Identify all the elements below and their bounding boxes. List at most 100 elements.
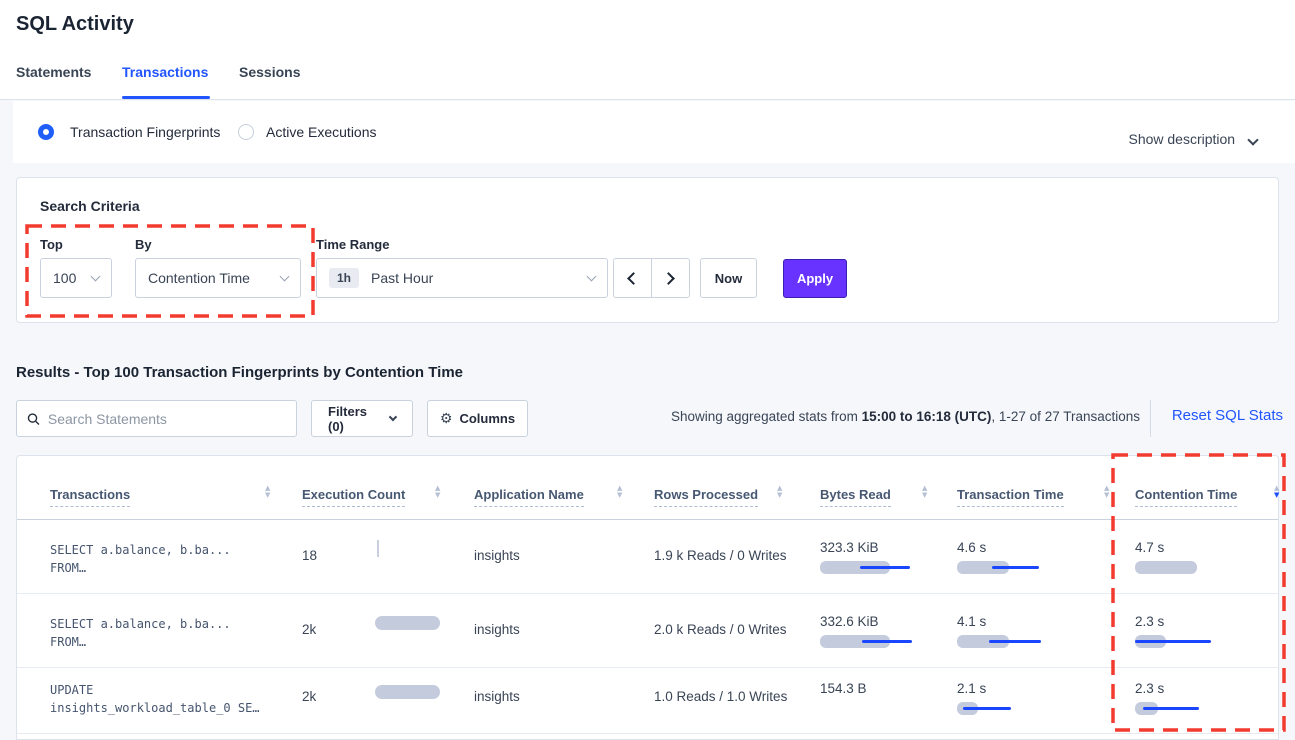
chevron-down-icon xyxy=(389,413,397,421)
bytes-read-value: 154.3 B xyxy=(820,681,867,696)
transaction-time-value: 2.1 s xyxy=(957,681,986,696)
columns-button-label: Columns xyxy=(459,411,515,426)
tab-sessions[interactable]: Sessions xyxy=(239,64,300,80)
filters-button-label: Filters (0) xyxy=(328,404,383,434)
column-header-application-name[interactable]: Application Name xyxy=(474,487,584,507)
chevron-right-icon xyxy=(662,272,675,285)
transaction-fingerprint-link[interactable]: UPDATE xyxy=(50,683,93,697)
transactions-table: Transactions Execution Count Application… xyxy=(16,455,1279,740)
tab-statements[interactable]: Statements xyxy=(16,64,91,80)
time-range-select[interactable]: 1h Past Hour xyxy=(316,258,608,298)
now-button[interactable]: Now xyxy=(700,258,757,298)
sort-icon-transactions[interactable]: ▲▼ xyxy=(265,485,270,499)
sort-icon-bytes-read[interactable]: ▲▼ xyxy=(922,485,927,499)
time-range-label: Time Range xyxy=(316,237,389,252)
transaction-time-mean-line xyxy=(963,707,1011,710)
bytes-read-value: 323.3 KiB xyxy=(820,540,879,555)
column-header-contention-time[interactable]: Contention Time xyxy=(1135,487,1237,507)
rows-processed-value: 2.0 k Reads / 0 Writes xyxy=(654,622,787,637)
sql-activity-page: SQL Activity Statements Transactions Ses… xyxy=(0,0,1295,740)
tab-transactions[interactable]: Transactions xyxy=(122,64,208,80)
active-tab-underline xyxy=(122,96,210,99)
show-description-label: Show description xyxy=(1128,131,1235,147)
aggregated-stats-text: Showing aggregated stats from 15:00 to 1… xyxy=(671,409,1140,424)
rows-processed-value: 1.9 k Reads / 0 Writes xyxy=(654,548,787,563)
table-row[interactable]: UPDATE insights_workload_table_0 SE… 2k … xyxy=(17,667,1278,734)
top-field-label: Top xyxy=(40,237,63,252)
bytes-read-mean-line xyxy=(860,566,910,569)
stats-time-range: 15:00 to 16:18 (UTC) xyxy=(862,409,992,424)
radio-active-executions[interactable] xyxy=(238,124,254,140)
transaction-time-value: 4.6 s xyxy=(957,540,986,555)
chevron-left-icon xyxy=(627,272,640,285)
radio-active-executions-label[interactable]: Active Executions xyxy=(266,124,377,140)
transaction-fingerprint-link-line2[interactable]: insights_workload_table_0 SE… xyxy=(50,701,260,715)
transaction-time-mean-line xyxy=(992,566,1039,569)
contention-time-mean-line xyxy=(1143,707,1199,710)
execution-count-bar xyxy=(375,685,440,699)
execution-count-bar xyxy=(375,616,440,630)
time-range-value: Past Hour xyxy=(371,270,433,286)
reset-sql-stats-link[interactable]: Reset SQL Stats xyxy=(1172,407,1283,424)
execution-count-value: 2k xyxy=(302,622,316,637)
transaction-fingerprint-link[interactable]: SELECT a.balance, b.ba... xyxy=(50,617,231,631)
transaction-fingerprint-link[interactable]: SELECT a.balance, b.ba... xyxy=(50,543,231,557)
transaction-fingerprint-link-line2[interactable]: FROM… xyxy=(50,635,86,649)
execution-count-value: 2k xyxy=(302,689,316,704)
application-name-value: insights xyxy=(474,622,520,637)
column-header-rows-processed[interactable]: Rows Processed xyxy=(654,487,758,507)
show-description-toggle[interactable]: Show description xyxy=(1128,131,1257,147)
bytes-read-mean-line xyxy=(862,640,912,643)
column-header-execution-count[interactable]: Execution Count xyxy=(302,487,405,507)
gear-icon: ⚙ xyxy=(440,411,453,427)
columns-button[interactable]: ⚙ Columns xyxy=(427,400,528,437)
search-statements-box xyxy=(16,400,297,437)
apply-button[interactable]: Apply xyxy=(783,259,847,298)
filters-button[interactable]: Filters (0) xyxy=(311,400,413,437)
sort-icon-contention-time[interactable]: ▲▼ xyxy=(1274,485,1279,499)
table-row[interactable]: SELECT a.balance, b.ba... FROM… 2k insig… xyxy=(17,594,1278,668)
table-header-row: Transactions Execution Count Application… xyxy=(17,456,1278,520)
view-toggle-band: Transaction Fingerprints Active Executio… xyxy=(13,101,1295,163)
next-time-button[interactable] xyxy=(652,259,690,297)
page-header: SQL Activity Statements Transactions Ses… xyxy=(0,0,1295,100)
column-header-bytes-read[interactable]: Bytes Read xyxy=(820,487,891,507)
search-criteria-card xyxy=(16,177,1279,323)
radio-transaction-fingerprints[interactable] xyxy=(38,124,54,140)
by-select-value: Contention Time xyxy=(148,270,250,286)
search-statements-input[interactable] xyxy=(48,411,286,427)
sort-icon-rows-processed[interactable]: ▲▼ xyxy=(777,485,782,499)
previous-time-button[interactable] xyxy=(614,259,652,297)
top-select[interactable]: 100 xyxy=(40,258,112,298)
stats-prefix: Showing aggregated stats from xyxy=(671,409,862,424)
bytes-read-value: 332.6 KiB xyxy=(820,614,879,629)
column-header-transaction-time[interactable]: Transaction Time xyxy=(957,487,1064,507)
chevron-down-icon xyxy=(91,272,101,282)
contention-time-bar xyxy=(1135,561,1197,574)
transaction-time-value: 4.1 s xyxy=(957,614,986,629)
search-icon xyxy=(27,412,40,426)
rows-processed-value: 1.0 Reads / 1.0 Writes xyxy=(654,689,787,704)
chevron-down-icon xyxy=(280,272,290,282)
transaction-time-mean-line xyxy=(989,640,1041,643)
results-heading: Results - Top 100 Transaction Fingerprin… xyxy=(16,364,463,381)
contention-time-value: 2.3 s xyxy=(1135,614,1164,629)
by-select[interactable]: Contention Time xyxy=(135,258,301,298)
sort-icon-transaction-time[interactable]: ▲▼ xyxy=(1104,485,1109,499)
contention-time-value: 4.7 s xyxy=(1135,540,1164,555)
time-nav-group xyxy=(613,258,690,298)
sort-icon-execution-count[interactable]: ▲▼ xyxy=(435,485,440,499)
page-title: SQL Activity xyxy=(16,13,134,36)
stats-suffix: , 1-27 of 27 Transactions xyxy=(991,409,1140,424)
column-header-transactions[interactable]: Transactions xyxy=(50,487,130,507)
top-select-value: 100 xyxy=(53,270,76,286)
radio-transaction-fingerprints-label[interactable]: Transaction Fingerprints xyxy=(70,124,220,140)
application-name-value: insights xyxy=(474,548,520,563)
execution-count-value: 18 xyxy=(302,548,317,563)
sort-icon-application-name[interactable]: ▲▼ xyxy=(617,485,622,499)
search-criteria-heading: Search Criteria xyxy=(40,198,140,214)
toolbar-divider xyxy=(1150,400,1151,437)
table-row[interactable]: SELECT a.balance, b.ba... FROM… 18 insig… xyxy=(17,520,1278,594)
transaction-fingerprint-link-line2[interactable]: FROM… xyxy=(50,561,86,575)
contention-time-value: 2.3 s xyxy=(1135,681,1164,696)
